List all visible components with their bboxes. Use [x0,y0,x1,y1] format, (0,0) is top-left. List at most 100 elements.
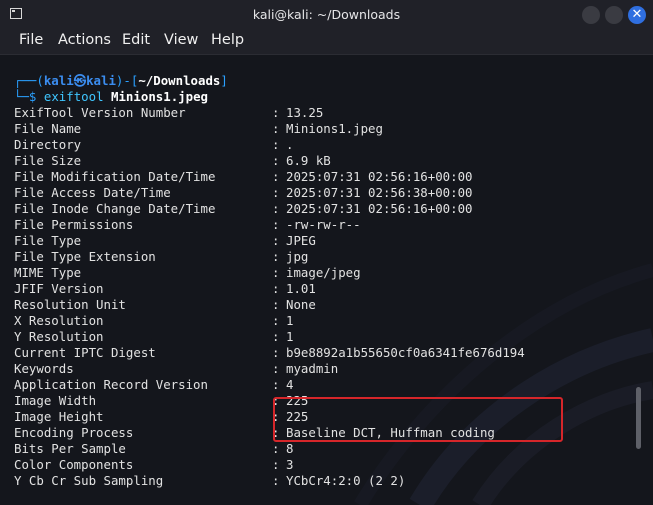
output-row: Color Components:3 [0,457,653,473]
close-icon: ✕ [631,7,643,22]
row-separator: : [272,105,280,120]
menu-edit[interactable]: Edit [122,32,150,48]
row-value: 1 [286,313,294,328]
row-value: Minions1.jpeg [286,121,383,136]
terminal-window: kali@kali: ~/Downloads ✕ File Actions Ed… [0,0,653,505]
output-row: File Permissions: -rw-rw-r-- [0,217,653,233]
output-row: Resolution Unit: None [0,297,653,313]
output-row: MIME Type: image/jpeg [0,265,653,281]
row-key: Current IPTC Digest [14,345,156,360]
row-value: 6.9 kB [286,153,331,168]
output-row: Keywords: myadmin [0,361,653,377]
minimize-button[interactable] [582,6,600,24]
row-key: JFIF Version [14,281,104,296]
row-separator: : [272,217,280,232]
output-row: File Modification Date/Time:2025:07:31 0… [0,169,653,185]
row-key: File Modification Date/Time [14,169,216,184]
menu-actions[interactable]: Actions [58,32,111,48]
output-row: File Type: JPEG [0,233,653,249]
row-key: Application Record Version [14,377,208,392]
output-row: File Type Extension: jpg [0,249,653,265]
prompt-at: ㉿ [73,73,87,88]
row-value: -rw-rw-r-- [286,217,361,232]
row-key: Keywords [14,361,74,376]
row-key: File Name [14,121,82,136]
terminal-output[interactable]: ┌──(kali㉿kali)-[~/Downloads] └─$ exiftoo… [0,55,653,505]
output-row: File Inode Change Date/Time:2025:07:31 0… [0,201,653,217]
prompt-host: kali [86,73,116,88]
output-row: Directory:. [0,137,653,153]
row-value: 13.25 [286,105,324,120]
row-separator: : [272,329,280,344]
scrollbar-thumb[interactable] [636,387,641,449]
output-row: X Resolution:1 [0,313,653,329]
row-separator: : [272,201,280,216]
row-key: File Permissions [14,217,134,232]
row-value: 1.01 [286,281,316,296]
row-separator: : [272,233,280,248]
output-row: File Name: Minions1.jpeg [0,121,653,137]
row-key: Y Resolution [14,329,104,344]
row-separator: : [272,121,280,136]
row-value: 4 [286,377,294,392]
output-row: JFIF Version:1.01 [0,281,653,297]
row-value: b9e8892a1b55650cf0a6341fe676d194 [286,345,525,360]
output-row: Current IPTC Digest: b9e8892a1b55650cf0a6… [0,345,653,361]
row-separator: : [272,313,280,328]
row-key: ExifTool Version Number [14,105,186,120]
row-key: File Size [14,153,82,168]
row-separator: : [272,457,280,472]
prompt-path: ~/Downloads [138,73,221,88]
row-value: image/jpeg [286,265,361,280]
prompt-dollar: └─$ [14,89,37,104]
menu-help[interactable]: Help [211,32,244,48]
row-separator: : [272,473,280,488]
row-separator: : [272,265,280,280]
prompt-mid: )-[ [115,73,139,88]
highlight-box [273,397,563,442]
output-row: ExifTool Version Number:13.25 [0,105,653,121]
title-bar[interactable]: kali@kali: ~/Downloads ✕ [0,0,653,28]
output-row: Bits Per Sample:8 [0,441,653,457]
row-key: File Type Extension [14,249,156,264]
prompt-line-2: └─$ exiftool Minions1.jpeg [14,89,208,105]
output-row: Y Cb Cr Sub Sampling: YCbCr4:2:0 (2 2) [0,473,653,489]
maximize-button[interactable] [605,6,623,24]
row-key: File Inode Change Date/Time [14,201,216,216]
row-key: X Resolution [14,313,104,328]
menu-view[interactable]: View [164,32,198,48]
row-value: 2025:07:31 02:56:38+00:00 [286,185,473,200]
row-value: 3 [286,457,294,472]
command-argument: Minions1.jpeg [111,89,208,104]
output-row: File Access Date/Time:2025:07:31 02:56:3… [0,185,653,201]
row-value: None [286,297,316,312]
row-value: . [286,137,294,152]
row-key: File Type [14,233,82,248]
command-name: exiftool [43,89,104,104]
row-key: Bits Per Sample [14,441,126,456]
row-value: 8 [286,441,294,456]
prompt-line-1: ┌──(kali㉿kali)-[~/Downloads] [14,73,228,89]
row-value: jpg [286,249,309,264]
row-separator: : [272,441,280,456]
output-row: File Size:6.9 kB [0,153,653,169]
prompt-user: kali [43,73,74,88]
row-key: Image Width [14,393,97,408]
row-key: Directory [14,137,82,152]
row-separator: : [272,281,280,296]
output-row: Y Resolution:1 [0,329,653,345]
row-value: myadmin [286,361,339,376]
close-button[interactable]: ✕ [628,6,646,24]
prompt-open: ┌──( [14,73,44,88]
row-separator: : [272,137,280,152]
row-separator: : [272,345,280,360]
row-key: Color Components [14,457,134,472]
row-value: 2025:07:31 02:56:16+00:00 [286,201,473,216]
row-separator: : [272,153,280,168]
row-key: Image Height [14,409,104,424]
menu-file[interactable]: File [19,32,43,48]
row-separator: : [272,361,280,376]
row-separator: : [272,297,280,312]
row-value: 2025:07:31 02:56:16+00:00 [286,169,473,184]
row-key: Resolution Unit [14,297,126,312]
